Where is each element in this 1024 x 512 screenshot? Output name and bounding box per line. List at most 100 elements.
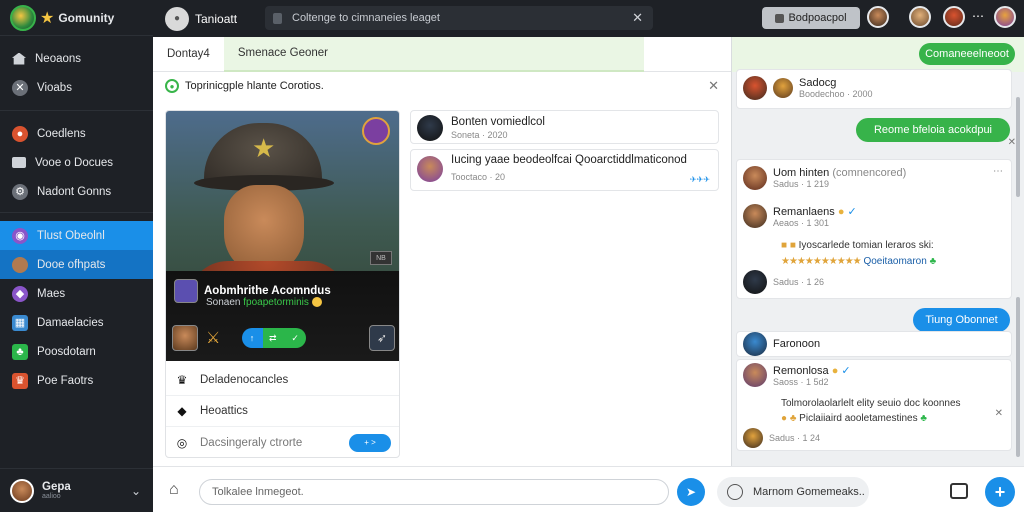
divider [0, 212, 153, 213]
header-avatar-1[interactable] [867, 6, 889, 28]
hero-image: ★ NB Aobmhrithe Acomndus Sonaen fpoapeto… [166, 111, 399, 361]
current-user[interactable]: Gepa aalioo ⌄ [0, 468, 153, 512]
swap-icon[interactable]: ⇄ [269, 333, 277, 344]
chat-bubble-green[interactable]: Reome bfeloia acokdpui [856, 118, 1010, 142]
sidebar-item-trophy[interactable]: ♛ Poe Faotrs [0, 366, 153, 395]
tab-2[interactable]: Smenace Geoner [223, 36, 644, 72]
game-icon: ✕ [12, 79, 28, 96]
card-subtitle: Sonaen fpoapetorminis [206, 297, 322, 308]
entry-row: Sadus · 1 24 [743, 428, 820, 448]
sidebar-item-shield[interactable]: ◆ Maes [0, 279, 153, 308]
header-avatar-3[interactable] [943, 6, 965, 28]
check-icon[interactable]: ✓ [291, 333, 299, 344]
entry-card[interactable]: Sadocg Boodechoo · 2000 [736, 69, 1012, 109]
clock-icon [727, 484, 743, 500]
post-card[interactable]: Iucing yaae beodeolfcai Qooarctiddlmatic… [410, 149, 719, 191]
pill-icon [775, 13, 785, 23]
chevron-down-icon[interactable]: ⌄ [131, 484, 141, 498]
message-line: Tolmorolaolarlelt elity seuio doc koonne… [781, 398, 961, 409]
nav-group-tertiary: ◉ Tlust Obeolnl Dooe ofhpats ◆ Maes ▦ Da… [0, 221, 159, 395]
right-header: Comaneeelneoot [732, 37, 1024, 72]
close-icon[interactable]: ✕ [995, 408, 1003, 419]
sidebar-item-fire[interactable]: ● Coedlens [0, 119, 153, 148]
toggle-button[interactable]: + > [349, 433, 391, 452]
entry-card[interactable]: Faronoon [736, 331, 1012, 357]
entry-name: Faronoon [773, 338, 821, 350]
emoji-icon: ● ♣ [781, 413, 797, 424]
header-avatar-2[interactable] [909, 6, 931, 28]
search-icon [273, 12, 282, 24]
tab-1[interactable]: Dontay4 [153, 37, 224, 72]
trophy-icon: ♛ [12, 372, 28, 389]
avatar [417, 156, 443, 182]
gear-icon: ⚙ [12, 183, 28, 200]
user-info: Gepa aalioo [42, 481, 71, 500]
sidebar-item-video[interactable]: Vooe o Docues [0, 148, 153, 177]
sidebar-item-label: Vioabs [37, 81, 72, 94]
close-icon[interactable]: ✕ [632, 10, 643, 26]
send-button[interactable]: ➤ [677, 478, 705, 506]
sidebar-item-game[interactable]: ✕ Vioabs [0, 73, 153, 102]
reaction-icon[interactable]: ✈✈✈ [690, 175, 710, 184]
home-icon [12, 52, 26, 65]
card-title: Aobmhrithe Acomndus [204, 285, 331, 297]
sidebar-item-label: Neoaons [35, 52, 82, 65]
arrow-up-icon[interactable]: ↑ [250, 333, 255, 343]
avatar [773, 78, 793, 98]
entry-card[interactable]: ⋯ Uom hinten (comnencored) Sadus · 1 219… [736, 159, 1012, 299]
search-input[interactable]: Coltenge to cimnaneies leaget ✕ [265, 6, 653, 30]
brand-logo [10, 4, 36, 31]
app-avatar[interactable]: ● [165, 6, 189, 31]
header-avatar-4[interactable] [994, 6, 1016, 28]
list-item[interactable]: ♛ Deladenocancles [166, 365, 399, 396]
list-item[interactable]: ◎ Dacsingeraly ctrorte + > [166, 427, 399, 457]
tab-bar: Dontay4 Smenace Geoner [153, 36, 731, 72]
plant-icon: ♣ [920, 413, 927, 424]
brand[interactable]: ★ Gomunity [0, 0, 153, 36]
user-name: Gepa [42, 481, 71, 493]
more-icon[interactable]: ⋯ [993, 166, 1003, 177]
scrollbar[interactable] [1016, 297, 1020, 457]
topbar: ● Tanioatt Coltenge to cimnaneies leaget… [153, 0, 1024, 37]
home-icon[interactable]: ⌂ [169, 481, 179, 499]
entry-extra: (comnencored) [832, 167, 907, 179]
entry-message: ■ ■ Iyoscarlede tomian leraros ski: [781, 240, 934, 251]
camera-icon[interactable] [950, 483, 968, 499]
header-pill-button[interactable]: Bodpoacpol [762, 7, 860, 29]
sidebar-item-settings[interactable]: ⚙ Nadont Gonns [0, 177, 153, 206]
message-line: Iyoscarlede tomian leraros ski: [798, 240, 934, 251]
message-input[interactable]: Tolkalee lnmegeot. [199, 479, 669, 505]
more-icon[interactable]: ⋯ [972, 9, 984, 23]
sidebar-item-puzzle[interactable]: ▦ Damaelacies [0, 308, 153, 337]
add-button[interactable]: + [985, 477, 1015, 507]
sidebar-item-avatar[interactable]: Dooe ofhpats [0, 250, 153, 279]
emoji-icon: ● [837, 205, 845, 218]
entry-card[interactable]: ✕ Remonlosa ● ✓ Saoss · 1 5d2 Tolmorolao… [736, 359, 1012, 451]
list-item[interactable]: ◆ Heoattics [166, 396, 399, 427]
sidebar-item-home[interactable]: Neoaons [0, 44, 153, 73]
post-time: Soneta · 2020 [451, 130, 508, 140]
post-card[interactable]: Bonten vomiedlcol Soneta · 2020 [410, 110, 719, 144]
sidebar-item-orb[interactable]: ◉ Tlust Obeolnl [0, 221, 159, 250]
entry-name-text: Remonlosa [773, 364, 829, 377]
close-icon[interactable]: ✕ [1008, 137, 1016, 148]
feature-card[interactable]: ★ NB Aobmhrithe Acomndus Sonaen fpoapeto… [165, 110, 400, 458]
action-button-group[interactable]: ↑ ⇄ ✓ [242, 328, 307, 348]
rocket-icon[interactable]: ➶ [369, 325, 395, 351]
avatar[interactable] [172, 325, 198, 351]
close-icon[interactable]: ✕ [708, 78, 719, 94]
emoji-icon: ■ ■ [781, 240, 796, 251]
list-item-label: Deladenocancles [200, 374, 289, 386]
entry-time: Sadus · 1 26 [773, 277, 825, 287]
scrollbar[interactable] [1016, 97, 1020, 197]
avatar [174, 279, 198, 303]
app-title: Tanioatt [195, 11, 238, 26]
sidebar-item-plant[interactable]: ♣ Poosdotarn [0, 337, 153, 366]
entry-name-text: Uom hinten [773, 167, 830, 179]
crown-icon: ♛ [176, 373, 188, 387]
entry-row: Remanlaens ● ✓ Aeaos · 1 301 [743, 204, 857, 228]
mention-button[interactable]: Marnom Gomemeaks.. [717, 477, 869, 507]
chat-bubble-blue[interactable]: Tiung Obonnet [913, 308, 1010, 332]
entry-time: Saoss · 1 5d2 [773, 376, 829, 387]
comment-button[interactable]: Comaneeelneoot [919, 43, 1015, 65]
